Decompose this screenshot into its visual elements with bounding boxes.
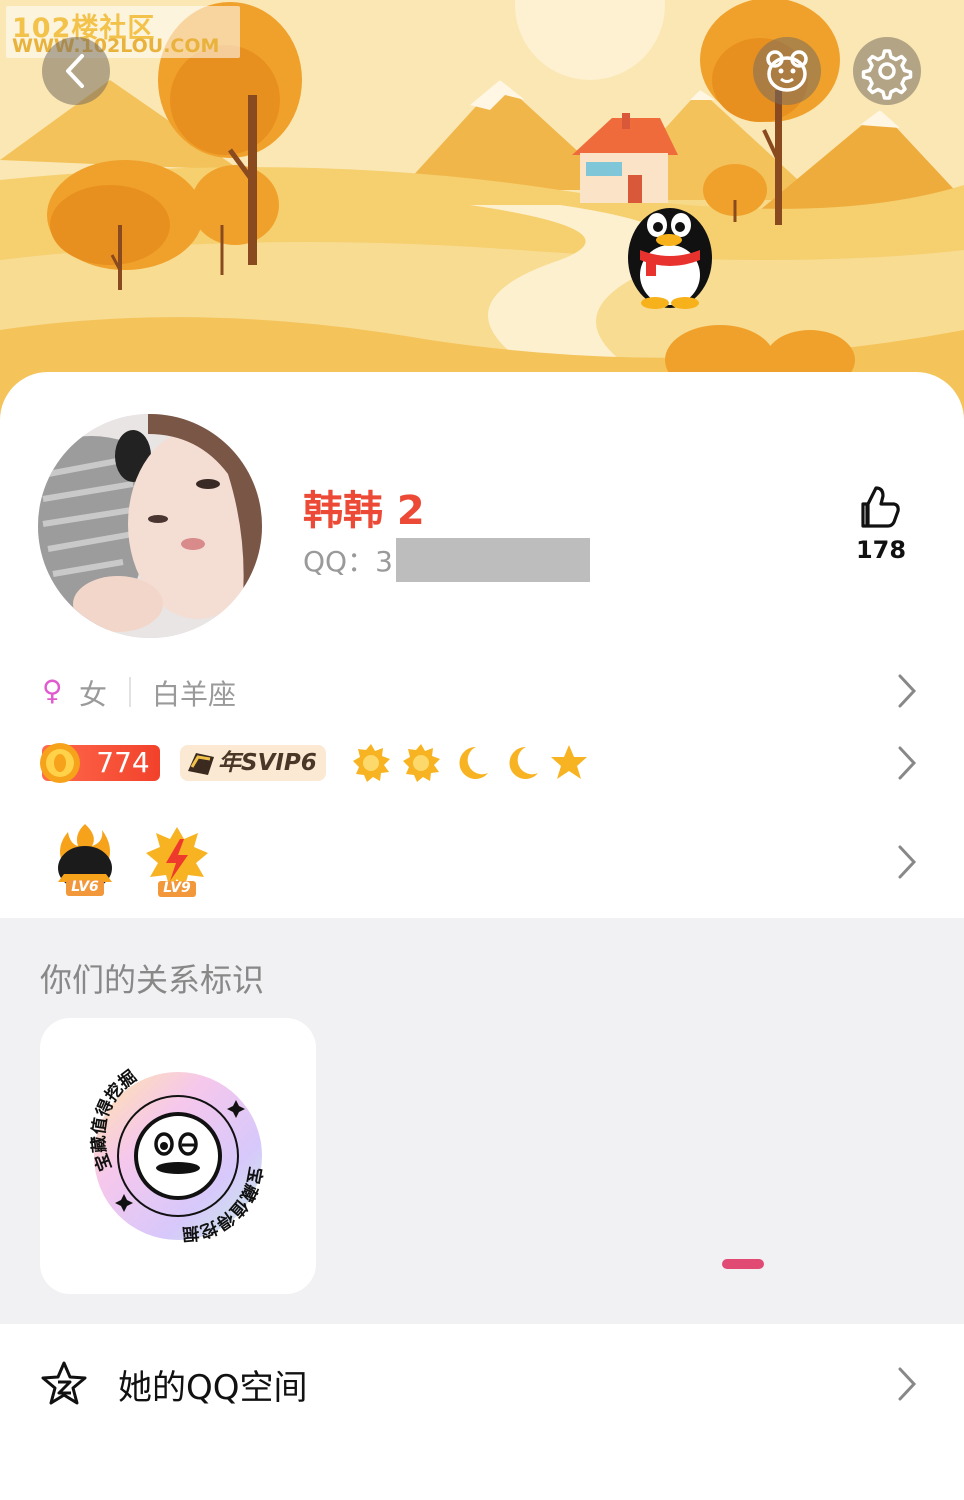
nickname: 韩韩 2 (303, 488, 425, 534)
svip-label: 年SVIP6 (218, 750, 317, 776)
lv6-label: LV6 (71, 879, 99, 895)
basic-info-row[interactable] (0, 655, 964, 725)
back-button[interactable] (42, 37, 110, 105)
qzone-label: 她的QQ空间 (118, 1368, 308, 1408)
relation-section-title: 你们的关系标识 (40, 961, 265, 999)
relation-tag-card[interactable]: 宝藏值得挖掘 宝藏值得挖掘 (40, 1018, 316, 1294)
star-icon (551, 745, 587, 779)
svip-crown-icon (188, 753, 214, 775)
profile-cover-banner: 102楼社区 WWW.102LOU.COM (0, 0, 964, 420)
avatar-photo (38, 414, 262, 638)
qzone-star-icon (41, 1361, 87, 1405)
qq-level-badge: 774 (40, 743, 160, 783)
profile-decor-button[interactable] (753, 37, 821, 105)
chevron-right-icon (896, 745, 918, 785)
settings-button[interactable] (853, 37, 921, 105)
qq-number-label: QQ：3 (303, 545, 393, 578)
lv6-badge: LV6 (52, 822, 118, 898)
qq-number-redaction (396, 538, 590, 582)
gender-label: 女 (79, 678, 108, 711)
chevron-right-icon (896, 844, 918, 884)
moon-icon (509, 746, 538, 779)
like-count: 178 (855, 536, 907, 564)
female-icon: ♀ (42, 674, 63, 707)
page-indicator (722, 1259, 764, 1269)
level-icons (353, 744, 587, 782)
qq-level-value: 774 (96, 746, 150, 779)
gear-icon (861, 49, 913, 100)
zodiac-label: 白羊座 (152, 678, 237, 711)
avatar[interactable] (38, 414, 262, 638)
bear-face-icon (766, 50, 808, 92)
sun-icon (403, 744, 440, 782)
sun-icon (353, 744, 390, 782)
info-divider (129, 677, 131, 707)
chevron-right-icon (896, 673, 918, 713)
treasure-badge-icon: 宝藏值得挖掘 宝藏值得挖掘 (88, 1066, 266, 1245)
chevron-right-icon (896, 1366, 918, 1406)
lv9-label: LV9 (163, 880, 191, 896)
moon-icon (459, 746, 488, 779)
svip-badge: 年SVIP6 (180, 745, 326, 781)
thumbs-up-icon (861, 486, 900, 528)
like-button[interactable]: 178 (846, 484, 916, 574)
gold-coin-icon (40, 743, 80, 783)
lv9-badge: LV9 (144, 825, 210, 899)
chevron-left-icon (66, 54, 84, 88)
